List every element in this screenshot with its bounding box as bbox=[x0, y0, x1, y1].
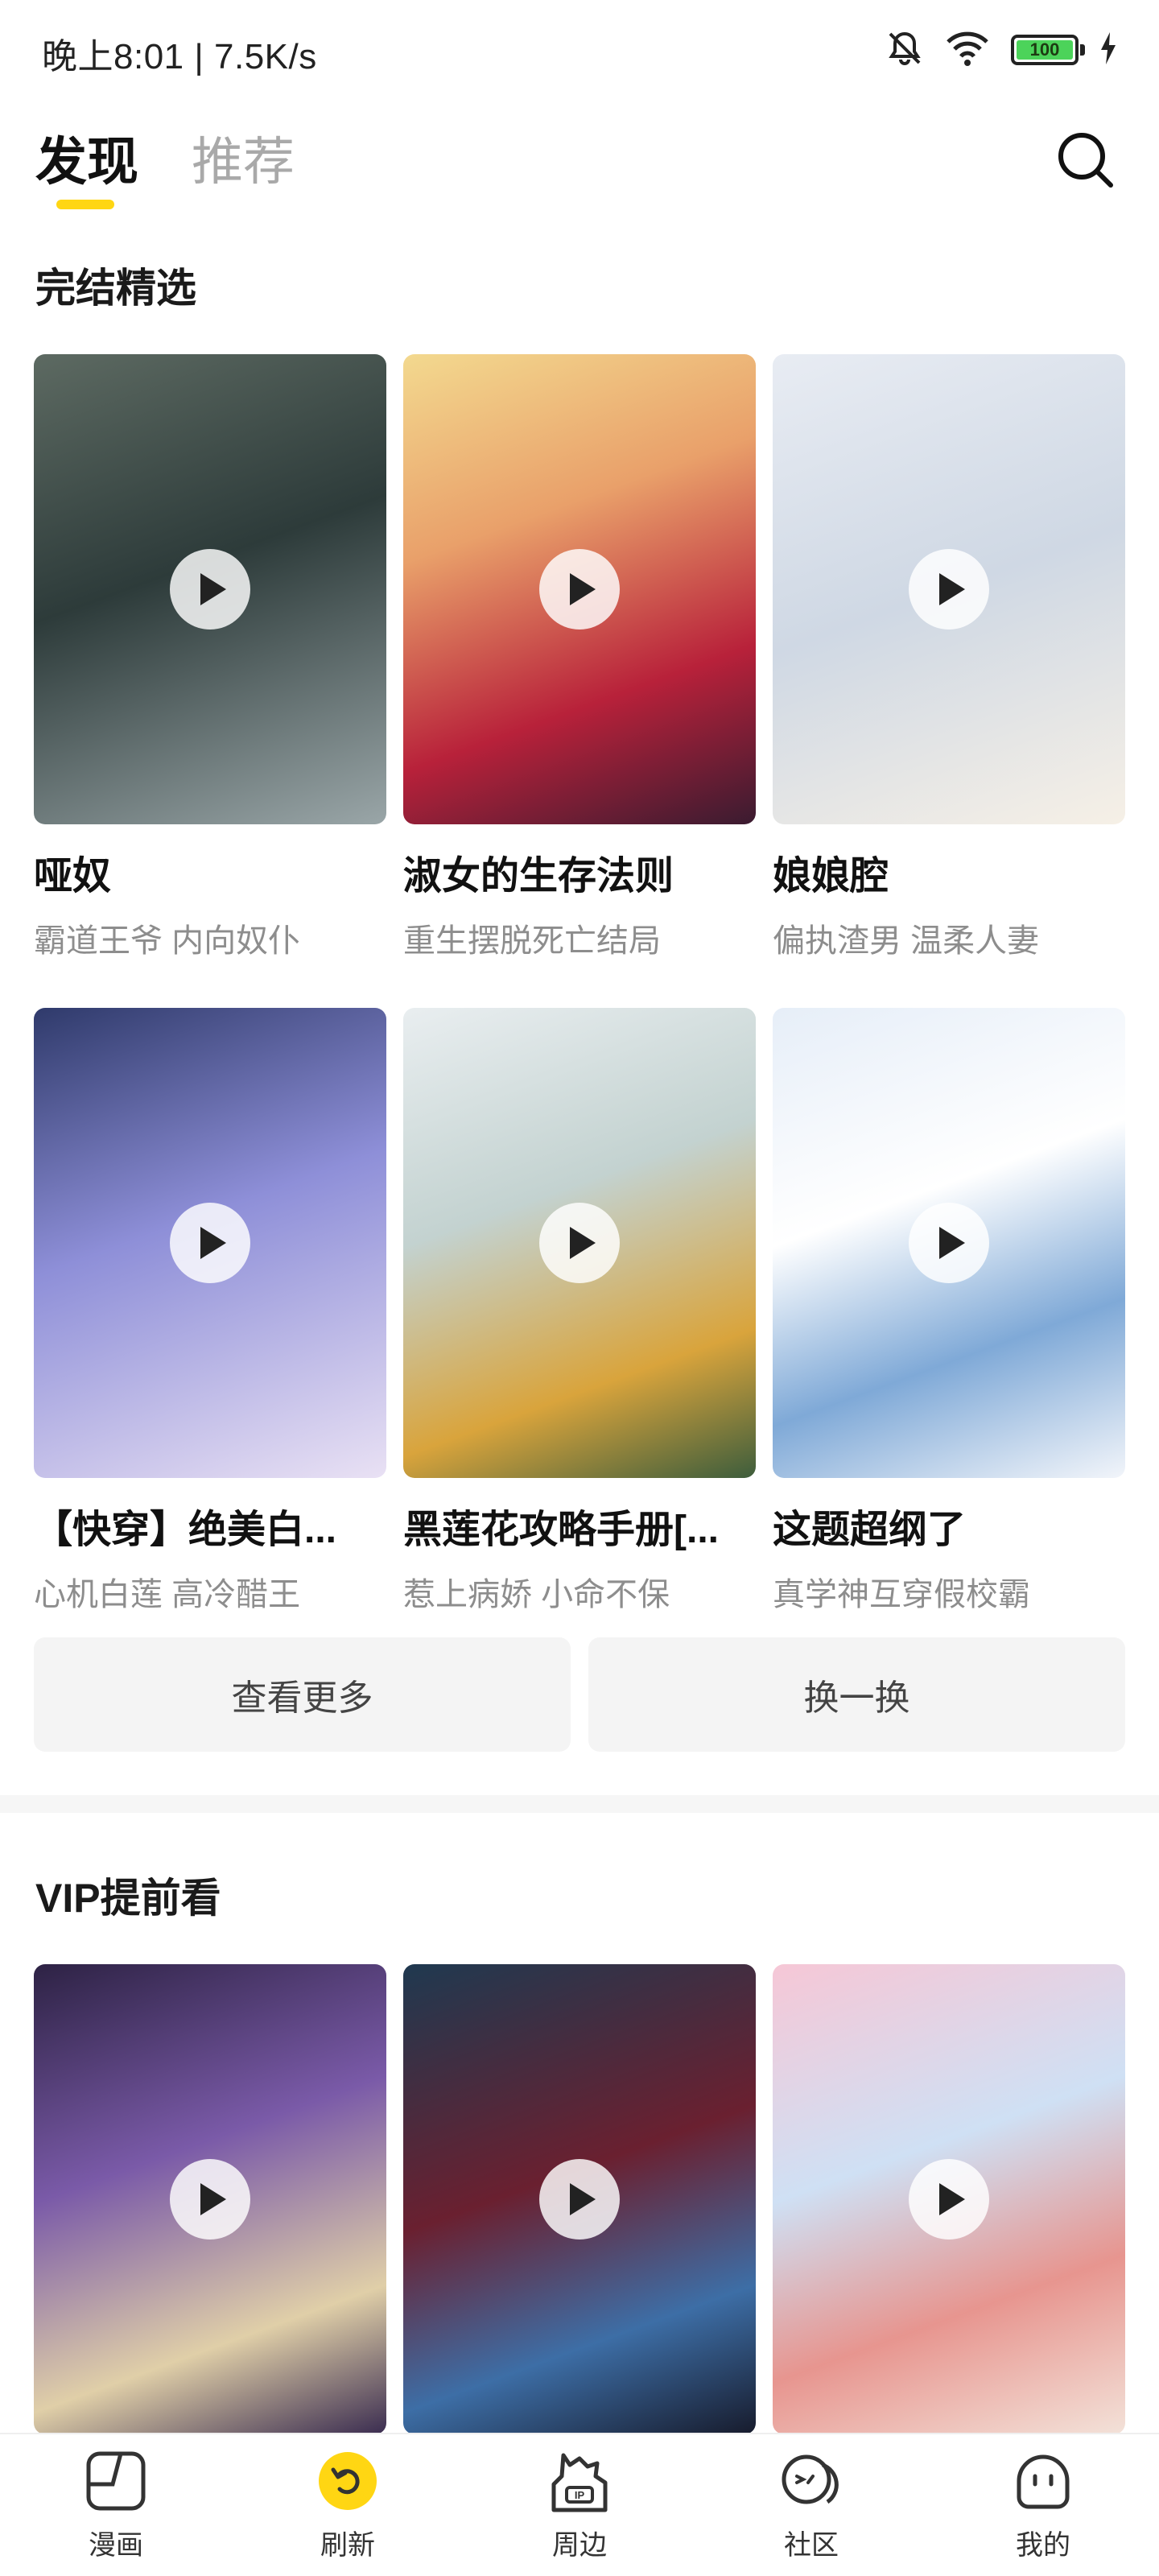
comic-tags: 偏执渣男 温柔人妻 bbox=[773, 923, 1040, 959]
section-title-vip: VIP提前看 bbox=[35, 1876, 221, 1921]
comic-cover[interactable] bbox=[403, 354, 756, 824]
nav-label-community: 社区 bbox=[784, 2530, 839, 2561]
nav-item-comic[interactable]: 漫画 bbox=[0, 2434, 232, 2576]
comic-card[interactable] bbox=[403, 1964, 756, 2434]
play-icon[interactable] bbox=[909, 549, 989, 630]
status-icons: 100 bbox=[885, 27, 1117, 72]
tab-discover[interactable]: 发现 bbox=[35, 121, 138, 195]
comic-icon bbox=[86, 2451, 146, 2511]
comic-card[interactable]: 娘娘腔 偏执渣男 温柔人妻 bbox=[773, 354, 1125, 961]
play-icon[interactable] bbox=[539, 2159, 620, 2240]
comic-cover[interactable] bbox=[34, 1964, 386, 2434]
comic-title: 淑女的生存法则 bbox=[403, 855, 674, 898]
search-button[interactable] bbox=[1054, 129, 1116, 190]
bell-mute-icon bbox=[885, 29, 924, 72]
comic-title: 黑莲花攻略手册[... bbox=[403, 1509, 719, 1551]
status-bar: 晚上8:01 | 7.5K/s 100 bbox=[0, 0, 1159, 100]
play-icon[interactable] bbox=[909, 1203, 989, 1283]
view-more-button[interactable]: 查看更多 bbox=[34, 1637, 571, 1752]
battery-level: 100 bbox=[1017, 39, 1073, 60]
comic-card[interactable]: 这题超纲了 真学神互穿假校霸 bbox=[773, 1008, 1125, 1615]
nav-item-refresh[interactable]: 刷新 bbox=[232, 2434, 464, 2576]
section-actions: 查看更多 换一换 bbox=[34, 1637, 1125, 1752]
nav-label-merch: 周边 bbox=[552, 2530, 607, 2561]
comic-cover[interactable] bbox=[773, 1008, 1125, 1478]
comic-cover[interactable] bbox=[403, 1008, 756, 1478]
play-icon[interactable] bbox=[170, 2159, 250, 2240]
comic-tags: 重生摆脱死亡结局 bbox=[403, 923, 661, 959]
search-icon bbox=[1058, 133, 1113, 188]
svg-text:IP: IP bbox=[575, 2489, 585, 2501]
section-divider bbox=[0, 1795, 1159, 1813]
comic-title: 哑奴 bbox=[34, 855, 112, 898]
comic-card[interactable]: 【快穿】绝美白... 心机白莲 高冷醋王 bbox=[34, 1008, 386, 1615]
play-icon[interactable] bbox=[539, 549, 620, 630]
play-icon[interactable] bbox=[170, 1203, 250, 1283]
comic-title: 这题超纲了 bbox=[773, 1509, 967, 1551]
refresh-icon bbox=[319, 2452, 377, 2510]
comic-cover[interactable] bbox=[403, 1964, 756, 2434]
comic-tags: 心机白莲 高冷醋王 bbox=[34, 1577, 301, 1612]
nav-item-profile[interactable]: 我的 bbox=[927, 2434, 1159, 2576]
profile-icon bbox=[1017, 2454, 1070, 2509]
comic-tags: 霸道王爷 内向奴仆 bbox=[34, 923, 301, 959]
battery-icon: 100 bbox=[1011, 35, 1085, 65]
bottom-nav: 漫画 刷新 IP 周边 社区 我的 bbox=[0, 2433, 1159, 2576]
top-tabs: 发现 推荐 bbox=[35, 121, 295, 195]
nav-label-comic: 漫画 bbox=[89, 2530, 143, 2561]
comic-title: 【快穿】绝美白... bbox=[34, 1509, 337, 1551]
play-icon[interactable] bbox=[909, 2159, 989, 2240]
charging-icon bbox=[1099, 31, 1117, 68]
play-icon[interactable] bbox=[170, 549, 250, 630]
status-time-speed: 晚上8:01 | 7.5K/s bbox=[42, 37, 317, 76]
merch-ip-icon: IP bbox=[551, 2453, 608, 2512]
refresh-batch-button[interactable]: 换一换 bbox=[588, 1637, 1125, 1752]
comic-title: 娘娘腔 bbox=[773, 855, 889, 898]
comic-card[interactable] bbox=[773, 1964, 1125, 2434]
community-icon bbox=[782, 2454, 839, 2504]
completed-grid: 哑奴 霸道王爷 内向奴仆 淑女的生存法则 重生摆脱死亡结局 娘娘腔 偏执渣男 温… bbox=[34, 354, 1125, 1615]
nav-label-refresh: 刷新 bbox=[320, 2530, 375, 2561]
comic-cover[interactable] bbox=[34, 354, 386, 824]
comic-card[interactable]: 黑莲花攻略手册[... 惹上病娇 小命不保 bbox=[403, 1008, 756, 1615]
nav-item-community[interactable]: 社区 bbox=[695, 2434, 927, 2576]
vip-grid bbox=[34, 1964, 1125, 2434]
comic-tags: 真学神互穿假校霸 bbox=[773, 1577, 1030, 1612]
nav-item-merch[interactable]: IP 周边 bbox=[464, 2434, 695, 2576]
section-title-completed: 完结精选 bbox=[35, 266, 196, 311]
comic-cover[interactable] bbox=[34, 1008, 386, 1478]
wifi-icon bbox=[945, 29, 990, 72]
comic-card[interactable]: 淑女的生存法则 重生摆脱死亡结局 bbox=[403, 354, 756, 961]
active-tab-indicator bbox=[56, 200, 114, 209]
comic-cover[interactable] bbox=[773, 354, 1125, 824]
comic-card[interactable]: 哑奴 霸道王爷 内向奴仆 bbox=[34, 354, 386, 961]
play-icon[interactable] bbox=[539, 1203, 620, 1283]
nav-label-profile: 我的 bbox=[1016, 2530, 1070, 2561]
comic-card[interactable] bbox=[34, 1964, 386, 2434]
comic-tags: 惹上病娇 小命不保 bbox=[403, 1577, 670, 1612]
comic-cover[interactable] bbox=[773, 1964, 1125, 2434]
tab-recommend[interactable]: 推荐 bbox=[192, 121, 295, 195]
